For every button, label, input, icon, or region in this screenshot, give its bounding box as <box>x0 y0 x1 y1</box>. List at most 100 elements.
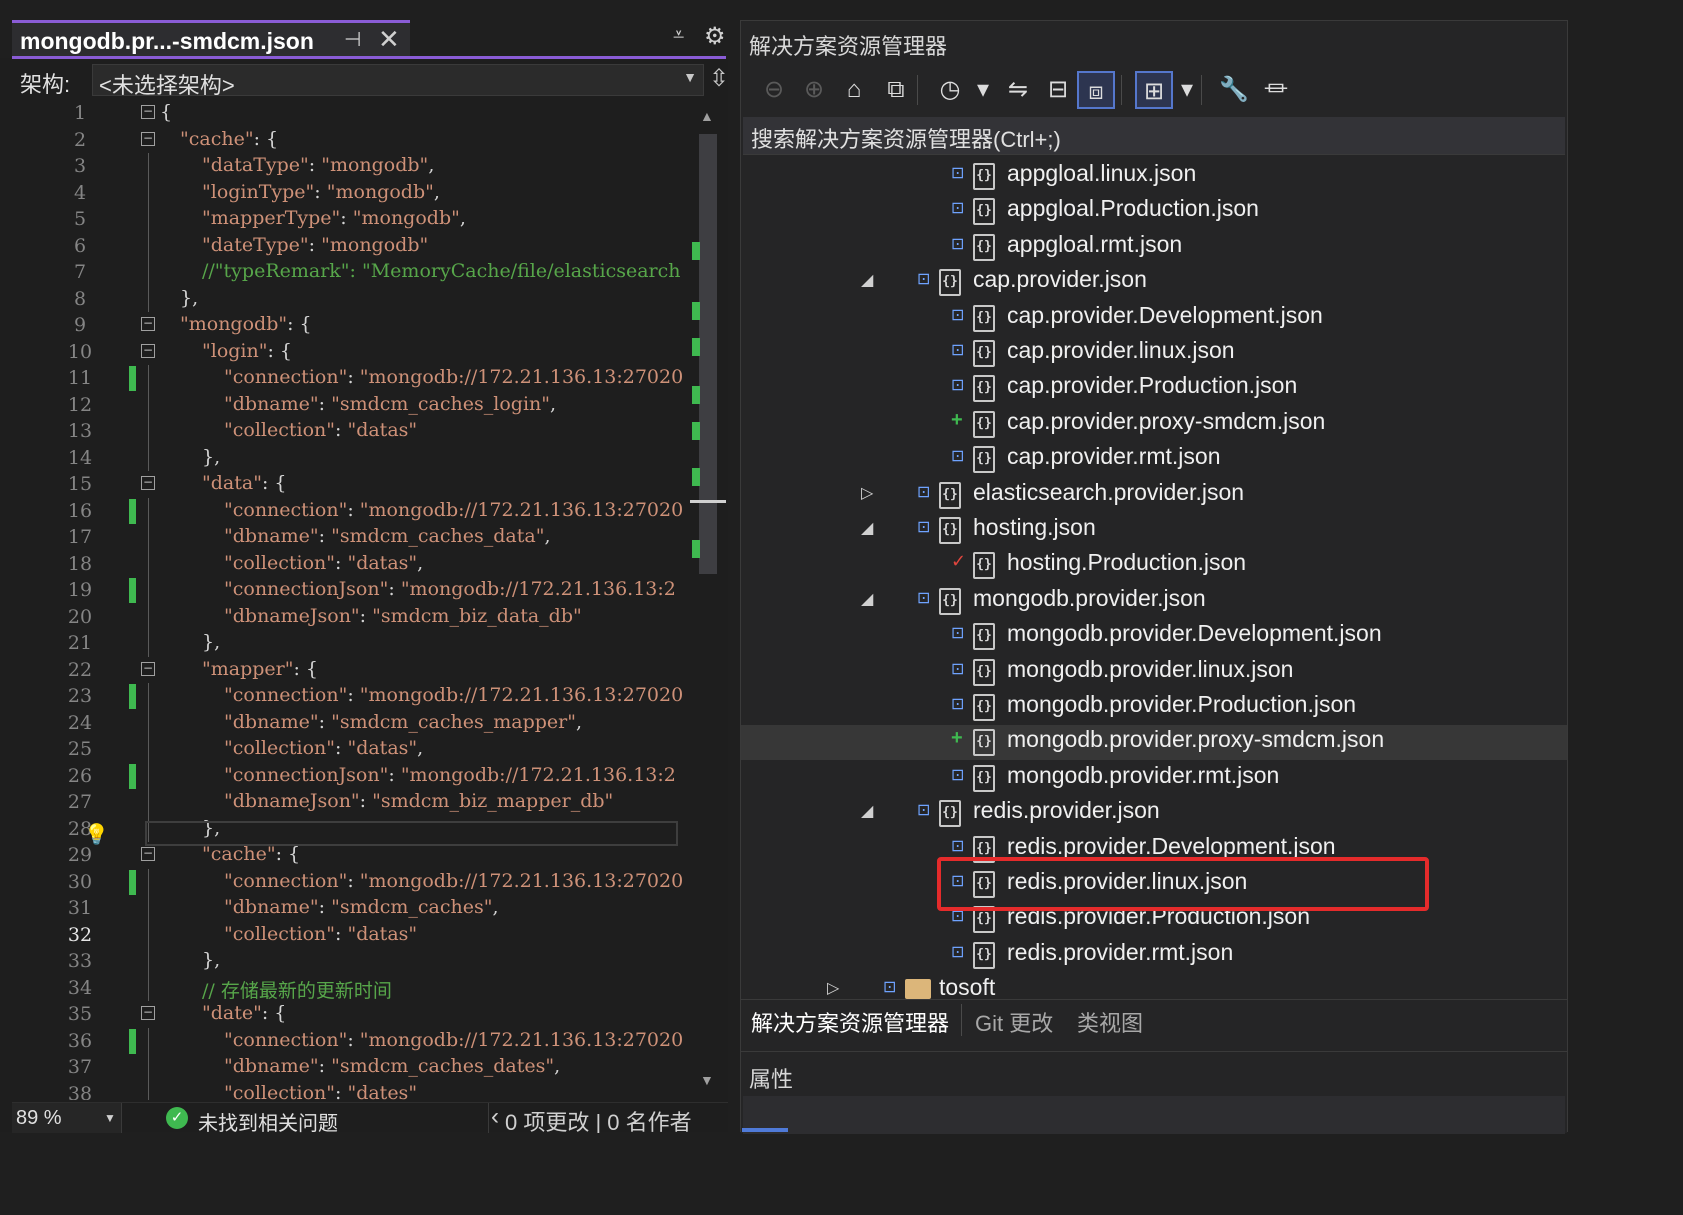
preview-pane-icon[interactable]: ⏛ <box>1257 71 1295 109</box>
architecture-dropdown[interactable]: <未选择架构> ▼ <box>92 64 704 98</box>
code-line[interactable]: 5 "mapperType": "mongodb", <box>12 206 702 233</box>
code-line[interactable]: 37 "dbname": "smdcm_caches_dates", <box>12 1054 702 1081</box>
gear-icon[interactable]: ⚙ <box>704 22 726 51</box>
tab-solution-explorer[interactable]: 解决方案资源管理器 <box>751 1006 949 1038</box>
code-line[interactable]: 15 − "data": { <box>12 471 702 498</box>
collapse-arrow-icon[interactable]: ◢ <box>861 518 873 538</box>
solution-tree[interactable]: ⊡ {} appgloal.linux.json ⊡ {} appgloal.Produc… <box>741 157 1567 999</box>
code-line[interactable]: 17 "dbname": "smdcm_caches_data", <box>12 524 702 551</box>
tree-item[interactable]: ⊡ {} cap.provider.Development.json <box>741 301 1567 336</box>
code-line[interactable]: 1 −{ <box>12 100 702 127</box>
tab-class-view[interactable]: 类视图 <box>1077 1006 1143 1038</box>
code-line[interactable]: 13 "collection": "datas" <box>12 418 702 445</box>
code-line[interactable]: 6 "dateType": "mongodb" <box>12 232 702 259</box>
tree-item[interactable]: ⊡ {} redis.provider.rmt.json <box>741 938 1567 973</box>
scroll-down-icon[interactable]: ▼ <box>700 1072 714 1088</box>
code-line[interactable]: 22 − "mapper": { <box>12 657 702 684</box>
forward-icon[interactable]: ⊕ <box>795 71 833 109</box>
preview-icon[interactable]: ⊞ <box>1135 71 1173 109</box>
collapse-all-icon[interactable]: ⊟ <box>1039 71 1077 109</box>
code-text-area[interactable]: 1−{2− "cache": {3 "dataType": "mongodb", 4 "… <box>12 100 728 1100</box>
pending-changes-filter-icon[interactable]: ◷ <box>931 71 969 109</box>
code-line[interactable]: 33}, <box>12 948 702 975</box>
dropdown-icon[interactable]: ▾ <box>973 71 993 109</box>
pin-icon[interactable]: ⊣ <box>344 27 361 52</box>
code-line[interactable]: 23 "connection": "mongodb://172.21.136.13… <box>12 683 702 710</box>
collapse-toggle-icon[interactable]: − <box>141 476 155 490</box>
code-line[interactable]: 8}, <box>12 285 702 312</box>
code-line[interactable]: 32 "collection": "datas" <box>12 921 702 948</box>
tree-item[interactable]: ⊡ {} appgloal.Production.json <box>741 194 1567 229</box>
code-line[interactable]: 20 "dbnameJson": "smdcm_biz_data_db" <box>12 603 702 630</box>
tree-item[interactable]: ▷ ⊡ {} elasticsearch.provider.json <box>741 478 1567 513</box>
code-line[interactable]: 9 − "mongodb": { <box>12 312 702 339</box>
code-line[interactable]: 26 "connectionJson": "mongodb://172.21.13… <box>12 762 702 789</box>
code-line[interactable]: 35 − "date": { <box>12 1001 702 1028</box>
switch-views-icon[interactable]: ⧉ <box>877 71 915 109</box>
collapse-arrow-icon[interactable]: ◢ <box>861 589 873 609</box>
show-all-files-icon[interactable]: ⧈ <box>1077 71 1115 109</box>
sync-icon[interactable]: ⇋ <box>999 71 1037 109</box>
tab-git-changes[interactable]: Git 更改 <box>975 1006 1053 1038</box>
tree-item[interactable]: ⊡ {} appgloal.rmt.json <box>741 230 1567 265</box>
code-line[interactable]: 11 "connection": "mongodb://172.21.136.13… <box>12 365 702 392</box>
collapse-toggle-icon[interactable]: − <box>141 1006 155 1020</box>
tree-item[interactable]: ⊡ {} mongodb.provider.Development.json <box>741 619 1567 654</box>
tree-item[interactable]: ⊡ {} appgloal.linux.json <box>741 159 1567 194</box>
tree-item[interactable]: ◢ ⊡ {} cap.provider.json <box>741 265 1567 300</box>
tree-item[interactable]: ⊡ {} cap.provider.rmt.json <box>741 442 1567 477</box>
close-icon[interactable]: ✕ <box>378 24 400 55</box>
code-line[interactable]: 12 "dbname": "smdcm_caches_login", <box>12 391 702 418</box>
scroll-up-icon[interactable]: ▲ <box>700 108 714 124</box>
code-line[interactable]: 7 //"typeRemark": "MemoryCache/file/elast… <box>12 259 702 286</box>
tree-item[interactable]: + {} cap.provider.proxy-smdcm.json <box>741 407 1567 442</box>
tree-item[interactable]: + {} mongodb.provider.proxy-smdcm.json <box>741 725 1567 761</box>
expand-arrow-icon[interactable]: ▷ <box>827 978 839 998</box>
code-line[interactable]: 36 "connection": "mongodb://172.21.136.13… <box>12 1027 702 1054</box>
zoom-dropdown[interactable]: 89 % ▼ <box>12 1103 122 1133</box>
collapse-toggle-icon[interactable]: − <box>141 847 155 861</box>
collapse-toggle-icon[interactable]: − <box>141 317 155 331</box>
code-line[interactable]: 31 "dbname": "smdcm_caches", <box>12 895 702 922</box>
code-line[interactable]: 18 "collection": "datas", <box>12 550 702 577</box>
document-tab[interactable]: mongodb.pr...-smdcm.json ⊣ ✕ <box>12 20 410 58</box>
tree-item[interactable]: ◢ ⊡ {} hosting.json <box>741 513 1567 548</box>
code-line[interactable]: 2 − "cache": { <box>12 127 702 154</box>
tree-item[interactable]: ⊡ {} cap.provider.Production.json <box>741 371 1567 406</box>
dropdown-icon[interactable]: ▾ <box>1177 71 1197 109</box>
check-circle-icon[interactable]: ✓ <box>166 1107 188 1129</box>
tree-item[interactable]: ⊡ {} mongodb.provider.rmt.json <box>741 761 1567 796</box>
collapse-toggle-icon[interactable]: − <box>141 105 155 119</box>
tree-item[interactable]: ◢ ⊡ {} mongodb.provider.json <box>741 584 1567 619</box>
code-line[interactable]: 24 "dbname": "smdcm_caches_mapper", <box>12 709 702 736</box>
code-line[interactable]: 27 "dbnameJson": "smdcm_biz_mapper_db" <box>12 789 702 816</box>
code-line[interactable]: 38 "collection": "dates" <box>12 1080 702 1100</box>
expand-arrow-icon[interactable]: ▷ <box>861 483 873 503</box>
code-line[interactable]: 10 − "login": { <box>12 339 702 366</box>
collapse-toggle-icon[interactable]: − <box>141 343 155 358</box>
search-input[interactable]: 搜索解决方案资源管理器(Ctrl+;) <box>743 117 1565 155</box>
code-line[interactable]: 4 "loginType": "mongodb", <box>12 179 702 206</box>
tree-item[interactable]: ✓ {} hosting.Production.json <box>741 548 1567 583</box>
tree-folder[interactable]: ▷ ⊡ tosoft <box>741 973 1567 999</box>
tab-list-dropdown-icon[interactable]: ⩡ <box>673 24 684 47</box>
vertical-scrollbar[interactable]: ▲ ▼ <box>690 100 726 1100</box>
tree-item[interactable]: ⊡ {} mongodb.provider.Production.json <box>741 690 1567 725</box>
collapse-toggle-icon[interactable]: − <box>141 131 155 146</box>
code-line[interactable]: 19 "connectionJson": "mongodb://172.21.13… <box>12 577 702 604</box>
scrollbar-thumb[interactable] <box>699 134 717 574</box>
code-line[interactable]: 25 "collection": "datas", <box>12 736 702 763</box>
tree-item[interactable]: ◢ ⊡ {} redis.provider.json <box>741 796 1567 831</box>
code-line[interactable]: 30 "connection": "mongodb://172.21.136.13… <box>12 868 702 895</box>
code-line[interactable]: 16 "connection": "mongodb://172.21.136.13… <box>12 497 702 524</box>
code-line[interactable]: 3 "dataType": "mongodb", <box>12 153 702 180</box>
code-line[interactable]: 14}, <box>12 444 702 471</box>
collapse-arrow-icon[interactable]: ◢ <box>861 801 873 821</box>
code-line[interactable]: 34 // 存储最新的更新时间 <box>12 974 702 1002</box>
code-changes-indicator[interactable]: ‹ 0 项更改 | 0 名作者 <box>488 1103 728 1133</box>
properties-wrench-icon[interactable]: 🔧 <box>1215 71 1253 109</box>
tree-item[interactable]: ⊡ {} cap.provider.linux.json <box>741 336 1567 371</box>
panel-splitter[interactable] <box>728 0 740 1132</box>
code-line[interactable]: 21}, <box>12 630 702 657</box>
back-icon[interactable]: ⊖ <box>755 71 793 109</box>
